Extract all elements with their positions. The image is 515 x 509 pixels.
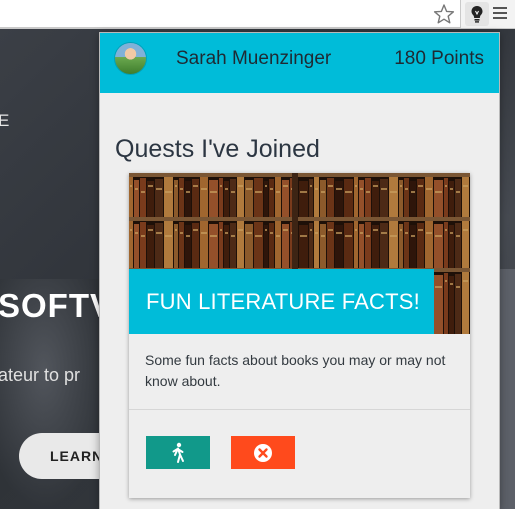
background-subtext-fragment: ateur to pr [0, 365, 81, 385]
walking-person-icon [172, 442, 184, 463]
leave-quest-button[interactable] [231, 436, 295, 469]
join-quest-button[interactable] [146, 436, 210, 469]
quest-card: FUN LITERATURE FACTS! Some fun facts abo… [129, 173, 470, 498]
close-circle-icon [254, 443, 272, 462]
background-photo-edge [500, 269, 515, 509]
background-heading-fragment: SOFTV [0, 287, 114, 324]
points-count: 180 Points [394, 48, 484, 69]
address-bar[interactable] [0, 0, 461, 28]
user-name: Sarah Muenzinger [176, 48, 332, 69]
lightbulb-icon[interactable] [465, 2, 489, 26]
star-icon[interactable] [432, 3, 456, 25]
extension-popup: Sarah Muenzinger 180 Points Quests I've … [99, 32, 500, 509]
popup-header: Sarah Muenzinger 180 Points [100, 33, 499, 93]
quest-title[interactable]: FUN LITERATURE FACTS! [129, 269, 434, 334]
browser-toolbar [0, 0, 515, 29]
avatar[interactable] [115, 43, 146, 74]
section-title: Quests I've Joined [115, 135, 320, 163]
card-divider [129, 409, 470, 410]
menu-icon[interactable] [493, 7, 507, 21]
background-text-fragment: E [0, 111, 11, 130]
quest-description: Some fun facts about books you may or ma… [145, 352, 446, 389]
